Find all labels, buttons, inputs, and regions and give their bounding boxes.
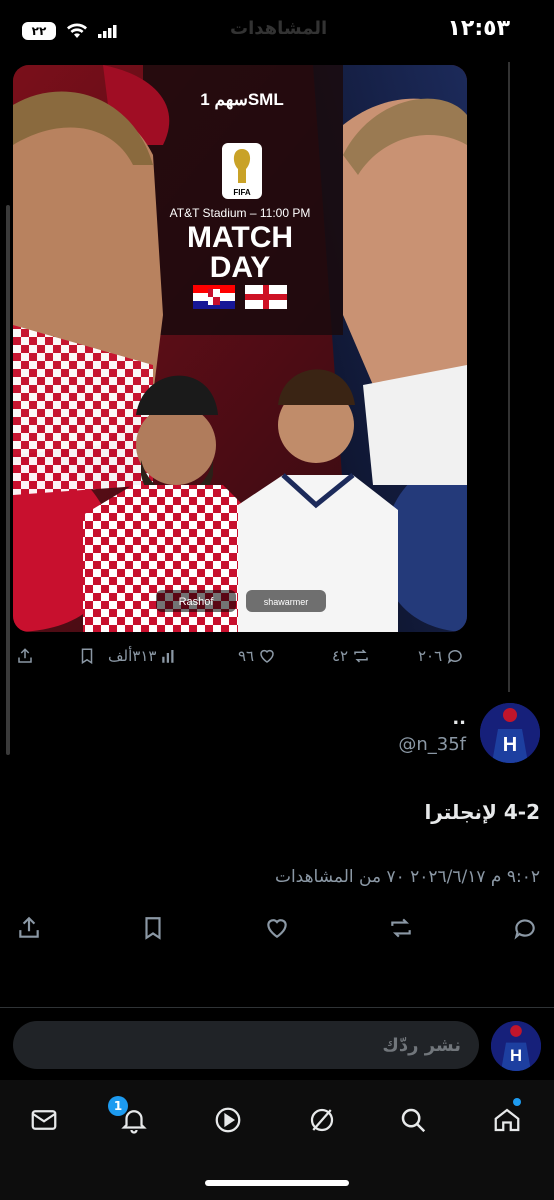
- svg-text:H: H: [503, 734, 517, 756]
- notification-badge: 1: [108, 1096, 128, 1116]
- battery-icon: ٢٢: [22, 22, 56, 40]
- reply-retweet-button[interactable]: [388, 915, 414, 945]
- fifa-label: FIFA: [233, 188, 251, 197]
- reply-text: 4-2 لإنجلترا: [424, 800, 540, 824]
- comment-icon: [514, 919, 535, 940]
- mail-icon: [31, 1110, 57, 1130]
- reply-bookmark-button[interactable]: [140, 915, 166, 945]
- sponsor-left-label: Rashof: [179, 596, 215, 608]
- svg-text:H: H: [510, 1046, 522, 1065]
- retweet-icon: [354, 649, 368, 663]
- tab-home[interactable]: [487, 1098, 527, 1140]
- tab-grok[interactable]: [302, 1100, 342, 1140]
- brand-logo: سهم 1SML: [200, 90, 283, 110]
- grok-icon: [310, 1108, 334, 1132]
- likes-count: ٩٦: [238, 647, 255, 665]
- avatar-image: H: [491, 1021, 541, 1071]
- match-day-line1: MATCH: [187, 221, 293, 254]
- match-day-line2: DAY: [210, 251, 271, 284]
- views-count: ٣١٣ألف: [108, 647, 157, 665]
- thread-connector-line: [508, 62, 510, 692]
- tweet-media-image[interactable]: سهم 1SML FIFA AT&T Stadium – 11:00 PM MA…: [13, 65, 467, 632]
- share-button[interactable]: [16, 647, 34, 665]
- retweets-count: ٤٢: [332, 647, 349, 665]
- comment-icon: [447, 650, 462, 665]
- reply-like-button[interactable]: [264, 915, 290, 945]
- avatar-image: H: [480, 703, 540, 763]
- sponsor-right-label: shawarmer: [264, 597, 309, 607]
- like-button[interactable]: ٩٦: [238, 647, 276, 665]
- share-icon: [18, 648, 32, 663]
- retweet-icon: [391, 918, 411, 938]
- cellular-signal-icon: [98, 25, 117, 38]
- status-icons: ٢٢: [22, 22, 118, 40]
- header-ghost-title: المشاهدات: [230, 18, 328, 39]
- tab-messages[interactable]: [24, 1100, 64, 1140]
- tab-search[interactable]: [393, 1100, 433, 1140]
- status-time: ١٢:٥٣: [447, 16, 510, 41]
- reply-author-avatar[interactable]: H: [480, 703, 540, 763]
- home-new-dot: [513, 1098, 521, 1106]
- tab-notifications[interactable]: 1: [108, 1096, 154, 1140]
- wifi-icon: [67, 23, 87, 38]
- reply-comment-button[interactable]: [512, 915, 538, 945]
- reply-handle[interactable]: @n_35f: [398, 734, 466, 755]
- bar-chart-icon: [162, 650, 174, 663]
- tab-video[interactable]: [208, 1100, 248, 1140]
- bookmark-button[interactable]: [78, 647, 96, 665]
- composer-placeholder: نشر ردّك: [382, 1034, 461, 1056]
- views-metric[interactable]: ٣١٣ألف: [108, 647, 178, 665]
- heart-icon: [267, 919, 287, 938]
- reply-count-button[interactable]: ٢٠٦: [418, 647, 464, 665]
- reply-composer-input[interactable]: نشر ردّك: [13, 1021, 479, 1069]
- status-bar: ٢٢ المشاهدات ١٢:٥٣: [0, 0, 554, 62]
- tweet-metrics-row: ٣١٣ألف ٩٦ ٤٢ ٢٠٦: [0, 645, 480, 671]
- retweet-button[interactable]: ٤٢: [332, 647, 370, 665]
- match-day-poster: سهم 1SML FIFA AT&T Stadium – 11:00 PM MA…: [13, 65, 467, 632]
- home-icon: [494, 1108, 520, 1132]
- share-icon: [19, 916, 39, 938]
- reply-display-name[interactable]: ..: [452, 708, 466, 729]
- croatia-flag-icon: [193, 285, 235, 309]
- composer-avatar: H: [491, 1021, 541, 1071]
- scrollbar[interactable]: [6, 205, 10, 755]
- england-flag-icon: [245, 285, 287, 309]
- composer-divider: [0, 1007, 554, 1008]
- home-indicator: [205, 1180, 349, 1186]
- bookmark-icon: [81, 648, 93, 665]
- reply-meta: ٩:٠٢ م ٢٠٢٦/٦/١٧ ٧٠ من المشاهدات: [274, 867, 540, 887]
- reply-share-button[interactable]: [16, 915, 42, 945]
- venue-text: AT&T Stadium – 11:00 PM: [170, 206, 311, 220]
- play-icon: [215, 1107, 241, 1133]
- replies-count: ٢٠٦: [418, 647, 443, 665]
- heart-icon: [260, 649, 274, 663]
- search-icon: [401, 1108, 426, 1133]
- bookmark-icon: [145, 917, 161, 940]
